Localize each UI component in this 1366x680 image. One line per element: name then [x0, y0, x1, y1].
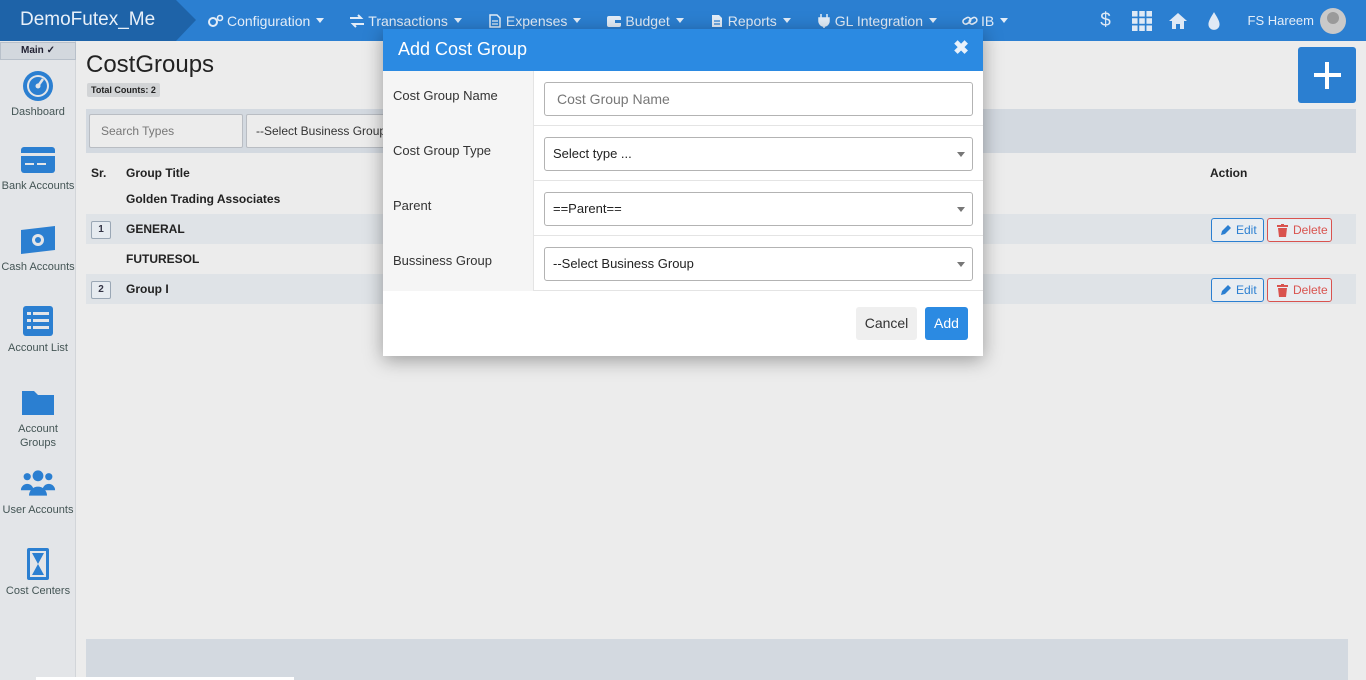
- form-row-parent: Parent ==Parent==: [383, 181, 983, 236]
- business-group-select[interactable]: --Select Business Group: [544, 247, 973, 281]
- cost-group-name-input[interactable]: Cost Group Name: [544, 82, 973, 116]
- parent-select[interactable]: ==Parent==: [544, 192, 973, 226]
- close-icon[interactable]: ✖: [953, 37, 969, 60]
- form-row-cost-group-type: Cost Group Type Select type ...: [383, 126, 983, 181]
- add-button[interactable]: Add: [925, 307, 968, 340]
- form-row-business-group: Bussiness Group --Select Business Group: [383, 236, 983, 291]
- field-label: Cost Group Type: [383, 126, 534, 181]
- cost-group-type-select[interactable]: Select type ...: [544, 137, 973, 171]
- form-row-cost-group-name: Cost Group Name Cost Group Name: [383, 71, 983, 126]
- field-label: Cost Group Name: [383, 71, 534, 126]
- add-cost-group-modal: Add Cost Group ✖ Cost Group Name Cost Gr…: [383, 29, 983, 356]
- field-label: Bussiness Group: [383, 236, 534, 291]
- cancel-button[interactable]: Cancel: [856, 307, 917, 340]
- field-label: Parent: [383, 181, 534, 236]
- modal-header: Add Cost Group ✖: [383, 29, 983, 71]
- modal-title: Add Cost Group: [398, 39, 528, 59]
